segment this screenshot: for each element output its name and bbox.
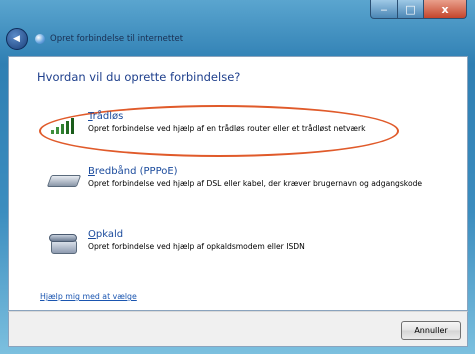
navigation-bar: ◀ Opret forbindelse til internettet — [6, 26, 466, 52]
back-arrow-icon: ◀ — [13, 34, 20, 44]
title-bar[interactable]: ‒ □ x — [0, 0, 475, 28]
close-button[interactable]: x — [424, 0, 467, 19]
window-controls: ‒ □ x — [370, 0, 467, 20]
option-dialup[interactable]: Opkald Opret forbindelse ved hjælp af op… — [49, 229, 305, 254]
cancel-button[interactable]: Annuller — [401, 321, 461, 340]
page-heading: Hvordan vil du oprette forbindelse? — [37, 70, 241, 84]
option-broadband-description: Opret forbindelse ved hjælp af DSL eller… — [88, 179, 423, 188]
dialup-phone-icon — [49, 232, 79, 254]
window-frame: ‒ □ x ◀ Opret forbindelse til internette… — [0, 0, 475, 354]
back-button[interactable]: ◀ — [6, 28, 28, 50]
option-wireless-title[interactable]: Trådløs — [88, 111, 365, 122]
broadband-modem-icon — [46, 169, 82, 191]
button-bar: Annuller — [8, 311, 468, 347]
wireless-signal-icon — [49, 114, 79, 136]
minimize-button[interactable]: ‒ — [370, 0, 398, 19]
wizard-content: Hvordan vil du oprette forbindelse? Tråd… — [8, 56, 468, 311]
option-broadband[interactable]: Bredbånd (PPPoE) Opret forbindelse ved h… — [46, 166, 423, 191]
network-globe-icon — [35, 34, 45, 44]
option-wireless-description: Opret forbindelse ved hjælp af en trådlø… — [88, 124, 366, 133]
option-dialup-description: Opret forbindelse ved hjælp af opkaldsmo… — [88, 242, 305, 251]
option-dialup-title[interactable]: Opkald — [88, 229, 305, 240]
option-wireless[interactable]: Trådløs Opret forbindelse ved hjælp af e… — [49, 111, 365, 136]
option-broadband-title[interactable]: Bredbånd (PPPoE) — [88, 166, 422, 177]
wizard-title: Opret forbindelse til internettet — [50, 34, 184, 44]
help-choose-link[interactable]: Hjælp mig med at vælge — [40, 292, 137, 301]
maximize-button[interactable]: □ — [398, 0, 424, 19]
